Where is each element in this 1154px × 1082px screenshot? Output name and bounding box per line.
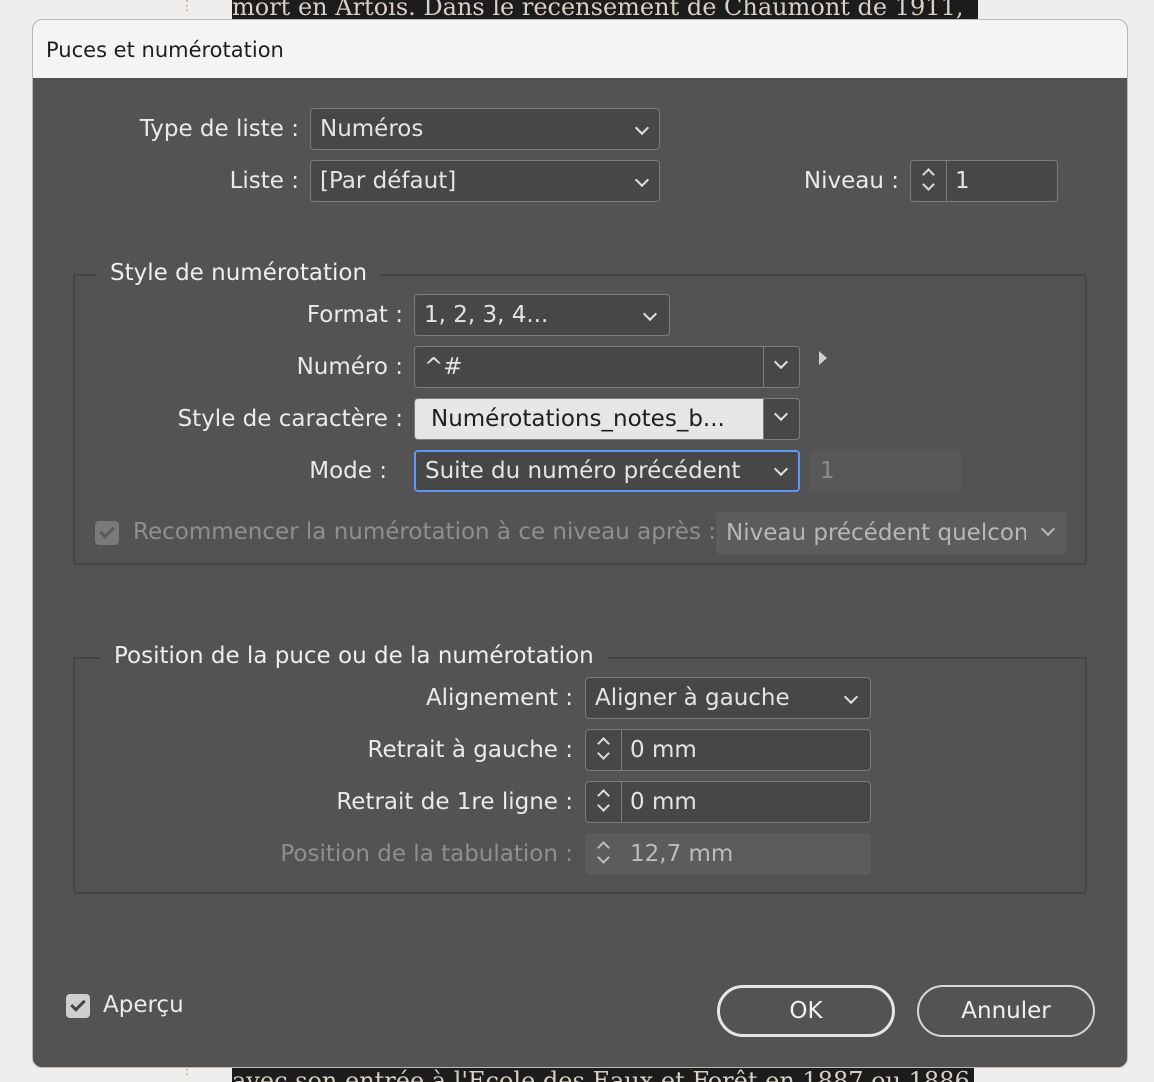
alignment-value: Aligner à gauche (595, 685, 790, 711)
list-type-value: Numéros (320, 116, 424, 142)
tab-position-stepper: 12,7 mm (585, 833, 871, 875)
preview-label: Aperçu (103, 992, 184, 1018)
first-line-indent-stepper[interactable]: 0 mm (585, 781, 871, 823)
list-label: Liste : (229, 168, 299, 194)
format-dropdown[interactable]: 1, 2, 3, 4... (414, 294, 670, 336)
char-style-combo-button[interactable] (763, 399, 799, 439)
list-dropdown[interactable]: [Par défaut] (310, 160, 660, 202)
chevron-down-icon (773, 354, 789, 370)
level-stepper[interactable]: 1 (910, 160, 1058, 202)
check-icon (99, 523, 115, 539)
char-style-combo[interactable]: Numérotations_notes_b... (414, 398, 800, 440)
background-text-top: mort en Artois. Dans le recensement de C… (232, 0, 978, 20)
numbering-style-title: Style de numérotation (96, 260, 382, 286)
level-label: Niveau : (803, 168, 899, 194)
alignment-dropdown[interactable]: Aligner à gauche (585, 677, 871, 719)
insert-special-arrow-icon[interactable] (819, 351, 827, 365)
char-style-label: Style de caractère : (177, 406, 403, 432)
background-line: avec son entrée à l'Ecole des Eaux et Fo… (232, 1067, 970, 1082)
ok-button[interactable]: OK (717, 985, 895, 1037)
tab-position-value: 12,7 mm (630, 841, 734, 867)
cancel-button[interactable]: Annuler (917, 985, 1095, 1037)
list-type-dropdown[interactable]: Numéros (310, 108, 660, 150)
stepper-arrows-icon (586, 834, 622, 874)
restart-checkbox (95, 521, 119, 545)
first-line-indent-label: Retrait de 1re ligne : (336, 789, 573, 815)
restart-dropdown: Niveau précédent quelconque (716, 512, 1066, 554)
position-group (73, 657, 1087, 894)
restart-value: Niveau précédent quelconque (726, 520, 1026, 546)
mode-start-value: 1 (820, 458, 835, 484)
left-indent-stepper[interactable]: 0 mm (585, 729, 871, 771)
stepper-arrows-icon[interactable] (586, 730, 622, 770)
char-style-value: Numérotations_notes_b... (431, 406, 725, 432)
level-value: 1 (955, 168, 970, 194)
dialog-title: Puces et numérotation (33, 20, 1127, 78)
format-label: Format : (306, 302, 403, 328)
chevron-down-icon (773, 406, 789, 422)
background-dots: ⋮ (180, 0, 194, 14)
mode-dropdown[interactable]: Suite du numéro précédent (414, 450, 800, 492)
restart-label: Recommencer la numérotation à ce niveau … (133, 519, 716, 545)
left-indent-value: 0 mm (630, 737, 697, 763)
position-title: Position de la puce ou de la numérotatio… (100, 643, 608, 669)
number-label: Numéro : (296, 354, 403, 380)
preview-checkbox[interactable] (66, 994, 90, 1018)
mode-start-field: 1 (810, 450, 962, 492)
chevron-down-icon (1040, 521, 1056, 537)
alignment-label: Alignement : (425, 685, 573, 711)
stepper-arrows-icon[interactable] (586, 782, 622, 822)
bullets-numbering-dialog: Puces et numérotation Type de liste : Nu… (32, 19, 1128, 1068)
first-line-indent-value: 0 mm (630, 789, 697, 815)
format-value: 1, 2, 3, 4... (424, 302, 549, 328)
list-type-label: Type de liste : (139, 116, 299, 142)
tab-position-label: Position de la tabulation : (280, 841, 573, 867)
check-icon (70, 996, 86, 1012)
stepper-arrows-icon[interactable] (911, 161, 947, 201)
number-combo[interactable]: ^# (414, 346, 800, 388)
list-value: [Par défaut] (320, 168, 457, 194)
number-value: ^# (424, 354, 463, 380)
mode-label: Mode : (309, 458, 387, 484)
mode-value: Suite du numéro précédent (425, 458, 741, 484)
background-line: mort en Artois. Dans le recensement de C… (232, 0, 964, 20)
left-indent-label: Retrait à gauche : (367, 737, 574, 763)
number-combo-button[interactable] (763, 347, 799, 387)
